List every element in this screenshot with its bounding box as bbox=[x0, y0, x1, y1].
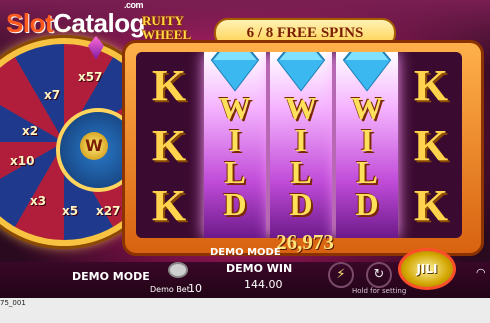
wild-letter: D bbox=[355, 186, 379, 222]
k-symbol: K bbox=[151, 181, 187, 230]
hold-for-setting-text: Hold for setting bbox=[352, 287, 407, 295]
footer-id: 75_001 bbox=[0, 299, 26, 307]
lightning-icon: ⚡ bbox=[336, 267, 346, 282]
wheel-label: x57 bbox=[78, 70, 103, 84]
footer-strip bbox=[0, 298, 490, 323]
autoplay-button[interactable]: ↻ bbox=[366, 262, 392, 288]
demo-mode-center: DEMO MODE bbox=[210, 247, 281, 258]
watermark-catalog: Catalog bbox=[53, 8, 145, 38]
wild-reel-2: W I L D bbox=[204, 52, 266, 238]
game-logo-line1: RUITY bbox=[142, 13, 184, 28]
wild-reel-4: W I L D bbox=[336, 52, 398, 238]
wheel-center-icon: W bbox=[80, 132, 108, 160]
turbo-button[interactable]: ⚡ bbox=[328, 262, 354, 288]
demo-win-value: 144.00 bbox=[244, 278, 283, 291]
wild-letter: D bbox=[289, 186, 313, 222]
demo-win-label: DEMO WIN bbox=[226, 262, 293, 275]
k-symbol: K bbox=[413, 121, 449, 170]
game-stage: SlotCatalog .com x57 x7 x2 x10 x3 x5 x27… bbox=[0, 0, 490, 323]
wifi-icon: ◠ bbox=[476, 266, 486, 279]
refresh-icon: ↻ bbox=[373, 267, 385, 282]
diamond-icon bbox=[342, 52, 392, 92]
wheel-label: x3 bbox=[30, 194, 47, 208]
diamond-icon bbox=[276, 52, 326, 92]
demo-bet-label: Demo Bet bbox=[150, 285, 190, 294]
wheel-label: x5 bbox=[62, 204, 79, 218]
reel-column-1: K K K bbox=[138, 52, 200, 238]
wild-letter: D bbox=[223, 186, 247, 222]
wheel-label: x2 bbox=[22, 124, 39, 138]
k-symbol: K bbox=[151, 121, 187, 170]
reel-column-5: K K K bbox=[400, 52, 462, 238]
watermark-logo: SlotCatalog .com bbox=[6, 0, 145, 39]
wheel-label: x10 bbox=[10, 154, 35, 168]
wild-reel-3: W I L D bbox=[270, 52, 332, 238]
k-symbol: K bbox=[413, 61, 449, 110]
k-symbol: K bbox=[151, 61, 187, 110]
demo-mode-left: DEMO MODE bbox=[72, 270, 150, 283]
k-symbol: K bbox=[413, 181, 449, 230]
demo-bet-value: 10 bbox=[188, 282, 202, 295]
bet-coin-icon[interactable] bbox=[168, 262, 188, 278]
wheel-label: x27 bbox=[96, 204, 121, 218]
wheel-label: x7 bbox=[44, 88, 61, 102]
diamond-icon bbox=[210, 52, 260, 92]
spin-button[interactable]: JILI bbox=[398, 248, 456, 290]
reel-area: K K K W I L D W I L D W I L D K K K bbox=[136, 52, 462, 238]
watermark-com: .com bbox=[124, 0, 144, 10]
watermark-slot: Slot bbox=[6, 8, 54, 38]
